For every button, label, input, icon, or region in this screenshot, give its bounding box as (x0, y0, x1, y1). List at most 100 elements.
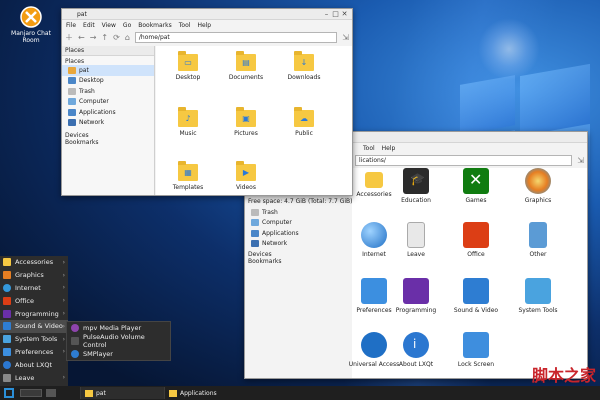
smplayer-icon (71, 349, 79, 358)
menu-tool[interactable]: Tool (179, 22, 191, 29)
app-games[interactable]: ✕ Games (448, 168, 504, 204)
app-programming[interactable]: Programming (388, 278, 444, 314)
menu-office[interactable]: Office › (0, 294, 68, 307)
bookmarks-label: Bookmarks (65, 139, 99, 146)
visual-studio-icon (403, 278, 429, 304)
menu-bar: File Edit View Go Bookmarks Tool Help (62, 20, 352, 30)
sidebar-item-applications[interactable]: Applications (62, 107, 154, 118)
other-icon (529, 222, 547, 248)
menu-leave[interactable]: Leave › (0, 371, 68, 384)
app-system-tools[interactable]: System Tools (510, 278, 566, 314)
watermark-logo (478, 18, 540, 80)
system-tools-icon (525, 278, 551, 304)
app-lock-screen[interactable]: Lock Screen (448, 332, 504, 368)
menu-tool[interactable]: Tool (363, 145, 375, 152)
menu-go[interactable]: Go (123, 22, 131, 29)
sidebar-item-applications[interactable]: Applications (245, 228, 351, 239)
watermark-text: 脚本之家 (531, 366, 596, 385)
close-icon[interactable]: ✕ (340, 10, 349, 18)
devices-label: Devices (65, 132, 89, 139)
window-titlebar: pat – □ ✕ (62, 9, 352, 20)
sound-video-submenu: mpv Media Player PulseAudio Volume Contr… (66, 321, 171, 362)
sidebar-item-desktop[interactable]: Desktop (62, 76, 154, 87)
up-icon[interactable]: ↑ (101, 33, 108, 42)
reload-icon[interactable]: ⟳ (113, 33, 120, 42)
preferences-icon (361, 278, 387, 304)
menu-accessories[interactable]: Accessories › (0, 256, 68, 269)
menu-view[interactable]: View (102, 22, 116, 29)
menu-programming[interactable]: Programming › (0, 307, 68, 320)
accessories-icon (3, 258, 11, 267)
menu-bookmarks[interactable]: Bookmarks (138, 22, 172, 29)
folder-icon: ♪ (178, 107, 198, 127)
sidebar-item-network[interactable]: Network (245, 239, 351, 250)
menu-help[interactable]: Help (197, 22, 211, 29)
go-icon[interactable]: ⇲ (577, 156, 584, 165)
app-about-lxqt[interactable]: i About LXQt (388, 332, 444, 368)
folder-icon: ☁ (294, 107, 314, 127)
submenu-pulseaudio[interactable]: PulseAudio Volume Control (67, 333, 170, 349)
sidebar-header[interactable]: Places (62, 46, 154, 56)
menu-graphics[interactable]: Graphics › (0, 269, 68, 282)
sidebar-item-trash[interactable]: Trash (62, 86, 154, 97)
minimize-icon[interactable]: – (322, 10, 331, 18)
sidebar-item-pat[interactable]: pat (62, 65, 154, 76)
office-icon (3, 296, 11, 305)
app-education[interactable]: 🎓 Education (388, 168, 444, 204)
menu-system-tools[interactable]: System Tools › (0, 333, 68, 346)
app-graphics[interactable]: Graphics (510, 168, 566, 204)
menu-sound-video[interactable]: Sound & Video › (0, 319, 68, 333)
back-icon[interactable]: ← (78, 33, 85, 42)
sidebar-item-computer[interactable]: Computer (245, 218, 351, 229)
manjaro-icon (20, 6, 42, 28)
folder-documents[interactable]: ▤ Documents (218, 51, 274, 81)
folder-templates[interactable]: ▦ Templates (160, 161, 216, 191)
file-grid: ▭ Desktop ▤ Documents ↓ Downloads ♪ Music ▣ P… (156, 46, 352, 195)
folder-icon: ▦ (178, 161, 198, 181)
desktop-icon-label: Manjaro Chat Room (11, 30, 51, 44)
folder-public[interactable]: ☁ Public (276, 107, 332, 137)
folder-music[interactable]: ♪ Music (160, 107, 216, 137)
path-input[interactable]: /home/pat (134, 31, 338, 43)
go-icon[interactable]: ⇲ (342, 33, 349, 42)
path-input[interactable]: lications/ (355, 154, 573, 166)
xbox-icon: ✕ (463, 168, 489, 194)
start-button[interactable] (3, 387, 17, 399)
desktop-icon-button[interactable] (46, 389, 56, 397)
sidebar: Places Places pat Desktop Trash Computer… (62, 46, 155, 195)
menu-about-lxqt[interactable]: About LXQt (0, 358, 68, 371)
taskbar: pat Applications (0, 386, 600, 400)
home-icon[interactable]: ⌂ (125, 33, 130, 42)
bookmarks-label: Bookmarks (248, 258, 282, 265)
info-icon (3, 360, 11, 369)
folder-pictures[interactable]: ▣ Pictures (218, 107, 274, 137)
menu-help[interactable]: Help (382, 145, 396, 152)
folder-videos[interactable]: ▶ Videos (218, 161, 274, 191)
submenu-smplayer[interactable]: SMPlayer (67, 348, 170, 361)
menu-file[interactable]: File (66, 22, 76, 29)
education-icon: 🎓 (403, 168, 429, 194)
app-sound-video[interactable]: Sound & Video (448, 278, 504, 314)
task-applications[interactable]: Applications (164, 387, 260, 399)
task-pat[interactable]: pat (80, 387, 164, 399)
sidebar-item-trash[interactable]: Trash (245, 207, 351, 218)
new-tab-icon[interactable]: ＋ (65, 32, 73, 43)
menu-preferences[interactable]: Preferences › (0, 346, 68, 359)
window-title: pat (77, 10, 87, 18)
mpv-icon (71, 324, 79, 333)
sidebar-item-network[interactable]: Network (62, 118, 154, 129)
folder-desktop[interactable]: ▭ Desktop (160, 51, 216, 81)
maximize-icon[interactable]: □ (331, 10, 340, 18)
app-office[interactable]: Office (448, 222, 504, 258)
workspace-switcher[interactable] (20, 389, 42, 397)
app-leave[interactable]: Leave (388, 222, 444, 258)
sound-video-icon (3, 322, 11, 331)
desktop-icon-manjaro-chat-room[interactable]: Manjaro Chat Room (6, 6, 56, 44)
sidebar-item-computer[interactable]: Computer (62, 97, 154, 108)
forward-icon[interactable]: → (90, 33, 97, 42)
menu-edit[interactable]: Edit (83, 22, 95, 29)
office-icon (463, 222, 489, 248)
menu-internet[interactable]: Internet › (0, 282, 68, 295)
folder-downloads[interactable]: ↓ Downloads (276, 51, 332, 81)
app-other[interactable]: Other (510, 222, 566, 258)
